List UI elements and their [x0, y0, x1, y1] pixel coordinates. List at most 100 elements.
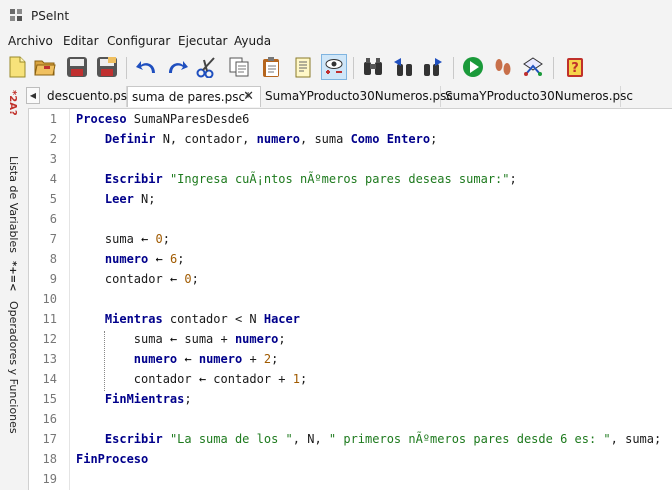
code-token: 0	[184, 272, 192, 286]
code-line[interactable]: Escribir "La suma de los ", N, " primero…	[76, 432, 661, 446]
code-line[interactable]: Escribir "Ingresa cuÃ¡ntos nÃºmeros pare…	[76, 172, 517, 186]
code-line[interactable]: Proceso SumaNParesDesde6	[76, 112, 249, 126]
watch-variables-button[interactable]	[321, 54, 347, 80]
line-number: 15	[42, 392, 57, 406]
code-token: ;	[509, 172, 517, 186]
code-token: numero	[133, 352, 178, 366]
binoculars-right-icon	[424, 58, 442, 76]
cut-button[interactable]	[194, 54, 220, 80]
line-number: 19	[42, 472, 57, 486]
menu-ayuda[interactable]: Ayuda	[234, 34, 271, 48]
code-token: , N,	[292, 432, 329, 446]
tab-label: suma de pares.psc*	[132, 90, 252, 104]
line-number: 11	[42, 312, 57, 326]
open-button[interactable]	[32, 54, 58, 80]
tab-suma-de-pares[interactable]: suma de pares.psc* ✕	[127, 86, 261, 107]
code-token: Mientras	[104, 312, 163, 326]
menu-editar[interactable]: Editar	[63, 34, 99, 48]
menu-configurar[interactable]: Configurar	[107, 34, 170, 48]
run-button[interactable]	[460, 54, 486, 80]
find-previous-button[interactable]	[390, 54, 416, 80]
menu-ejecutar[interactable]: Ejecutar	[178, 34, 228, 48]
toolbar-separator	[453, 57, 454, 79]
code-token: numero	[104, 252, 149, 266]
paste-icon	[263, 57, 279, 77]
code-line[interactable]: FinProceso	[76, 452, 148, 466]
undo-icon	[136, 61, 155, 73]
format-button[interactable]	[290, 54, 316, 80]
line-number: 9	[49, 272, 57, 286]
help-button[interactable]: ?	[562, 54, 588, 80]
pseint-app-icon	[10, 9, 22, 21]
code-token: Proceso	[76, 112, 127, 126]
code-line[interactable]: Definir N, contador, numero, suma Como E…	[76, 132, 437, 146]
new-file-icon	[9, 56, 26, 78]
toolbar-separator	[553, 57, 554, 79]
code-token: ;	[191, 272, 199, 286]
code-line[interactable]: contador ← contador + 1;	[76, 372, 307, 386]
variables-panel-icon: *2A?	[7, 90, 18, 116]
code-line[interactable]: suma ← 0;	[76, 232, 170, 246]
code-token: " primeros nÃºmeros pares desde 6 es: "	[328, 432, 611, 446]
line-number: 16	[42, 412, 57, 426]
code-token: Escribir	[104, 432, 163, 446]
code-line[interactable]: Leer N;	[76, 192, 156, 206]
code-line[interactable]: numero ← 6;	[76, 252, 185, 266]
code-token: suma	[76, 232, 142, 246]
file-tab-bar: ◀ descuento.psc suma de pares.psc* ✕ Sum…	[26, 86, 672, 107]
paste-button[interactable]	[258, 54, 284, 80]
step-button[interactable]	[490, 54, 516, 80]
variables-panel-tab[interactable]: Lista de Variables	[7, 156, 20, 253]
code-editor[interactable]: 1 2 3 4 5 6 7 8 9 10 11 12 13 14 15 16 17 18 19 Proceso Su…	[28, 108, 672, 490]
search-button[interactable]	[360, 54, 386, 80]
binoculars-icon	[364, 58, 382, 75]
tab-sumayproducto-1[interactable]: SumaYProducto30Numeros.psc	[261, 86, 453, 107]
code-token: ;	[278, 332, 286, 346]
code-token: , suma;	[610, 432, 662, 446]
operators-panel-icon: *+=<	[7, 261, 18, 292]
new-file-button[interactable]	[4, 54, 30, 80]
tab-sumayproducto-2[interactable]: SumaYProducto30Numeros.psc	[441, 86, 633, 107]
flowchart-button[interactable]	[520, 54, 546, 80]
toolbar-separator	[126, 57, 127, 79]
line-number: 1	[49, 112, 57, 126]
code-line[interactable]: FinMientras;	[76, 392, 192, 406]
line-number-gutter: 1 2 3 4 5 6 7 8 9 10 11 12 13 14 15 16 17 18 19	[29, 109, 70, 490]
code-token: Escribir	[104, 172, 163, 186]
line-number: 10	[42, 292, 57, 306]
code-line[interactable]: numero ← numero + 2;	[76, 352, 279, 366]
tab-label: SumaYProducto30Numeros.psc	[265, 89, 453, 103]
notepad-icon	[295, 57, 311, 78]
line-number: 4	[49, 172, 57, 186]
save-button[interactable]	[64, 54, 90, 80]
code-token: FinProceso	[76, 452, 149, 466]
redo-button[interactable]	[164, 54, 190, 80]
menu-archivo[interactable]: Archivo	[8, 34, 53, 48]
code-token: Leer	[104, 192, 134, 206]
code-token: Hacer	[263, 312, 300, 326]
operators-panel-tab[interactable]: Operadores y Funciones	[7, 301, 20, 434]
undo-button[interactable]	[134, 54, 160, 80]
tab-scroll-left-button[interactable]: ◀	[26, 87, 40, 104]
save-as-button[interactable]	[94, 54, 120, 80]
code-token: ;	[300, 372, 308, 386]
code-token: SumaNParesDesde6	[126, 112, 250, 126]
find-next-button[interactable]	[420, 54, 446, 80]
copy-button[interactable]	[226, 54, 252, 80]
tab-descuento[interactable]: descuento.psc	[43, 86, 134, 107]
code-line[interactable]: contador ← 0;	[76, 272, 199, 286]
indent-guide	[104, 331, 105, 391]
code-line[interactable]: Mientras contador < N Hacer	[76, 312, 300, 326]
close-tab-icon[interactable]: ✕	[243, 87, 254, 107]
code-line[interactable]: suma ← suma + numero;	[76, 332, 286, 346]
save-icon	[67, 57, 87, 77]
line-number: 3	[49, 152, 57, 166]
